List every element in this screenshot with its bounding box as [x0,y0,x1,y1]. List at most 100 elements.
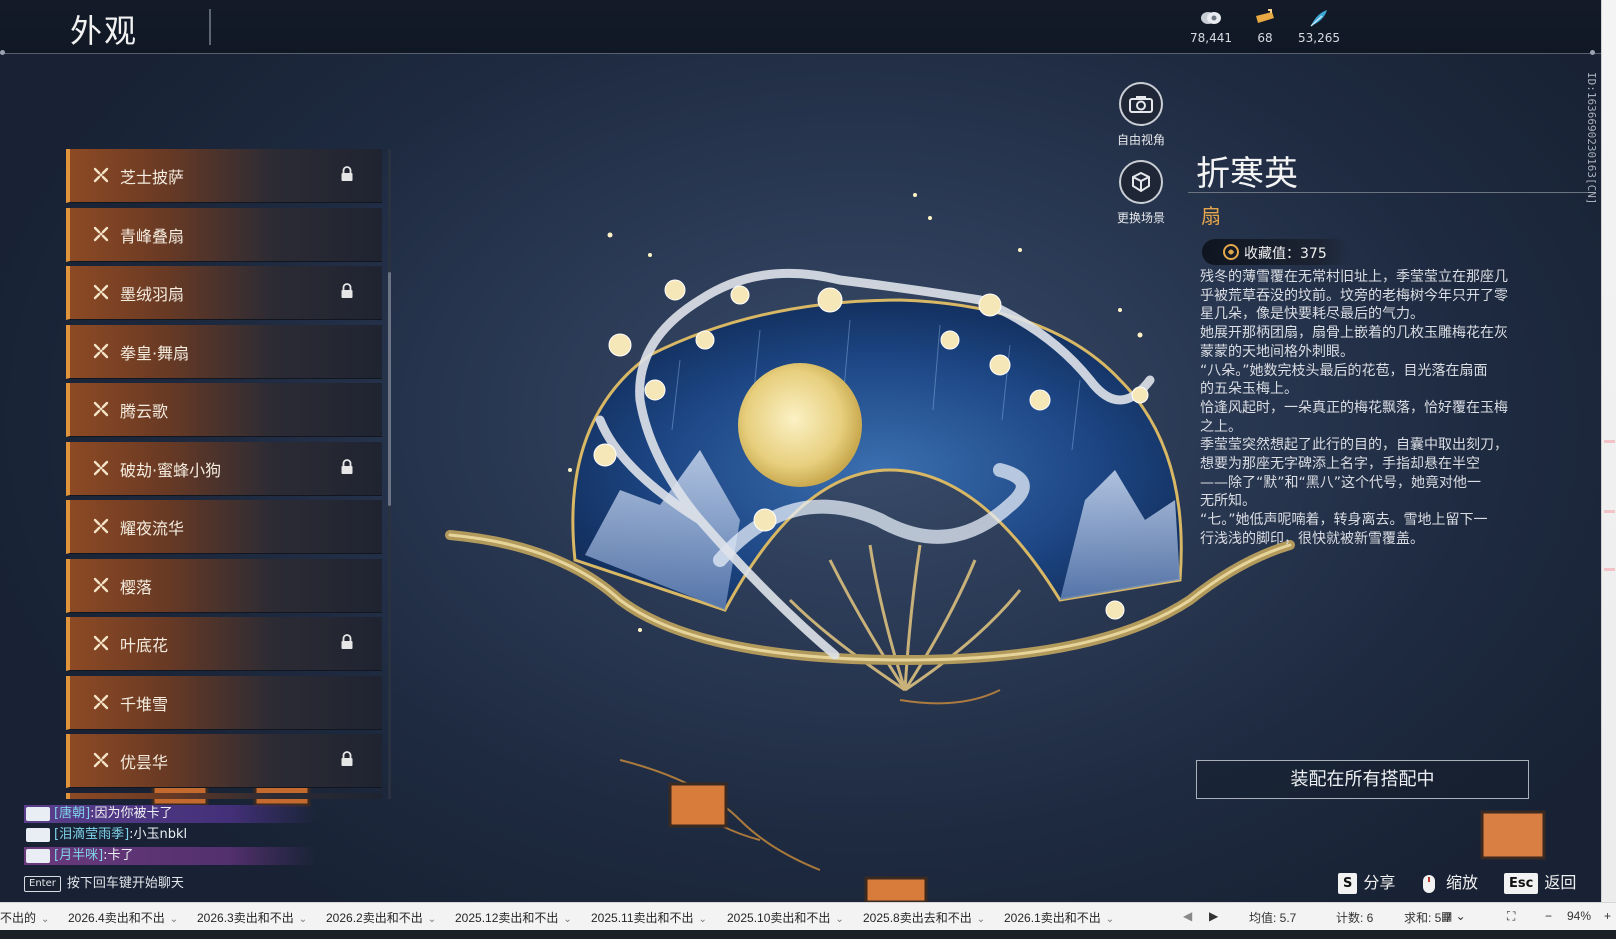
skin-list-item-label: 耀夜流华 [120,519,185,538]
change-scene-button[interactable]: 更换场景 [1101,160,1181,226]
skin-list-item[interactable]: 腾云歌 [66,383,382,437]
sheet-tab[interactable]: 2025.11卖出和不出 ⌄ [591,909,707,926]
share-key: S [1338,873,1358,894]
skin-list-item[interactable]: 千堆雪 [66,675,382,730]
skin-list-item[interactable]: 叶底花 [66,617,382,671]
skin-list-item-label: 青峰叠扇 [120,226,185,246]
skin-list-item-label: 优昙华 [120,753,169,772]
chevron-down-icon: ⌄ [427,914,437,925]
cube-icon [1132,171,1150,193]
zoom-level[interactable]: 94% [1567,909,1591,923]
ticket-currency-icon [1256,9,1274,23]
collect-coin-icon [1223,244,1239,260]
sheet-tab[interactable]: 2026.4卖出和不出 ⌄ [68,909,178,926]
free-view-button[interactable]: 自由视角 [1101,82,1181,148]
currency-tickets-value: 68 [1257,31,1273,45]
chevron-down-icon: ⌄ [298,914,308,925]
sheet-tab[interactable]: 2025.8卖出去和不出 ⌄ [863,909,985,926]
currency-gems[interactable]: 78,441 [1181,8,1241,45]
cross-arrows-icon [93,167,109,183]
scroll-right-icon[interactable]: ▶ [1209,909,1218,923]
chevron-down-icon: ⌄ [698,914,707,925]
share-button[interactable]: S 分享 [1338,869,1395,894]
skin-list-item[interactable]: 拳皇·舞扇 [66,324,382,379]
fullscreen-icon[interactable]: ⛶ [1507,909,1515,924]
skin-list-item[interactable]: 樱落 [66,558,382,613]
view-mode-icon[interactable]: ▦ ⌄ [1441,909,1466,923]
chat-hint[interactable]: Enter 按下回车键开始聊天 [24,872,184,892]
skin-list-item[interactable]: 耀夜流华 [66,500,382,554]
sheet-tab[interactable]: 2025.10卖出和不出 ⌄ [727,909,844,926]
change-scene-label: 更换场景 [1116,211,1165,225]
zoom-in-icon[interactable]: + [1604,909,1611,923]
page-title: 外观 [70,12,139,50]
cross-arrows-icon [93,343,109,358]
mouse-icon [1423,874,1435,893]
player-id: ID:1636690230163[CN] [1585,72,1598,205]
skin-list-item-label: 破劫·蜜蜂小狗 [120,460,222,480]
scroll-left-icon[interactable]: ◀ [1183,909,1192,923]
status-average: 均值: 5.7 [1249,911,1297,925]
skin-list-item[interactable]: 优昙华 [66,734,382,788]
sheet-tab[interactable]: 2025.12卖出和不出 ⌄ [455,909,572,926]
lock-icon [341,458,353,474]
taskbar [0,930,1616,939]
spreadsheet-statusbar: 不出的 ⌄ 2026.4卖出和不出 ⌄ 2026.3卖出和不出 ⌄ 2026.2卖出和不出 ⌄… [0,902,1616,930]
list-scrollbar[interactable] [388,272,391,506]
zoom-button[interactable]: 缩放 [1418,869,1478,894]
chevron-down-icon: ⌄ [563,914,572,925]
sheet-tab[interactable]: 2026.3卖出和不出 ⌄ [197,909,307,926]
chevron-down-icon: ⌄ [169,914,179,925]
sheet-tab[interactable]: 2026.2卖出和不出 ⌄ [326,909,436,926]
topline-dot-left [0,50,5,55]
lock-icon [341,283,353,298]
skin-list-item[interactable]: 青峰叠扇 [66,207,382,262]
skin-list-item[interactable]: 墨绒羽扇 [66,266,382,320]
skin-list-item[interactable]: 破劫·蜜蜂小狗 [66,441,382,496]
currency-gems-value: 78,441 [1190,31,1232,45]
chevron-down-icon: ⌄ [976,914,986,925]
cross-arrows-icon [93,460,109,475]
item-name: 折寒英 [1196,154,1298,194]
skin-list: 芝士披萨青峰叠扇墨绒羽扇拳皇·舞扇腾云歌破劫·蜜蜂小狗 耀夜流华樱落叶底花千堆雪优… [66,149,382,799]
chat-message[interactable]: [泪滴莹雨季]:小玉nbkl [24,826,187,844]
chat-channel-icon [26,807,50,821]
cross-arrows-icon [93,284,109,300]
cross-arrows-icon [93,752,109,768]
currency-feathers[interactable]: 53,265 [1289,8,1349,45]
esc-key: Esc [1504,873,1539,894]
sheet-tab[interactable]: 不出的 ⌄ [0,909,49,926]
cross-arrows-icon [93,226,109,241]
chat-message[interactable]: [月半咪]:卡了 [24,847,316,865]
collect-value-badge: 收藏值：375 [1202,239,1350,265]
skin-list-item-label: 拳皇·舞扇 [120,343,190,363]
top-bar: 外观 78,441 68 53,265 [0,0,1601,55]
currency-feathers-value: 53,265 [1298,31,1340,45]
sheet-tab[interactable]: 2026.1卖出和不出 ⌄ [1004,909,1114,926]
chat-channel-icon [26,828,50,842]
chevron-down-icon: ⌄ [835,914,844,925]
name-underline [1188,192,1588,193]
chat-channel-icon [26,849,50,863]
lock-icon [341,751,353,766]
skin-list-item-label: 叶底花 [120,636,169,655]
zoom-out-icon[interactable]: − [1545,909,1552,923]
currency-tickets[interactable]: 68 [1235,8,1295,45]
skin-list-item-label: 芝士披萨 [120,168,185,187]
gem-currency-icon [1201,12,1221,24]
chat-message[interactable]: [唐朝]:因为你被卡了 [24,805,316,823]
skin-list-item-label: 墨绒羽扇 [120,285,185,304]
skin-list-item[interactable]: 芝士披萨 [66,149,382,203]
cross-arrows-icon [93,401,109,417]
skin-list-item-label: 腾云歌 [120,402,169,421]
cross-arrows-icon [93,518,109,534]
back-button[interactable]: Esc 返回 [1504,869,1576,894]
topline-dot-right [1590,50,1595,55]
title-divider [209,9,211,45]
equip-all-button[interactable]: 装配在所有搭配中 [1196,760,1529,799]
skin-list-item-partial[interactable] [66,792,382,799]
item-description: 残冬的薄雪覆在无常村旧址上，季莹莹立在那座几 乎被荒草吞没的坟前。坟旁的老梅树今… [1200,269,1508,547]
spreadsheet-edge [1601,0,1616,902]
lock-icon [341,166,353,181]
collect-value: 收藏值：375 [1244,246,1327,262]
